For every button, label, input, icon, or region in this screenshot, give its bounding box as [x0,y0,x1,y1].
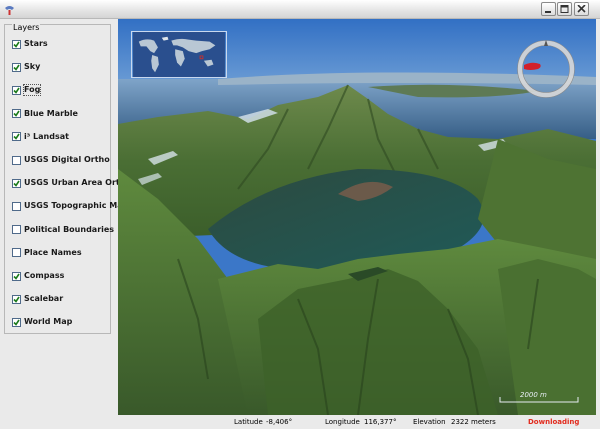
layer-checkbox[interactable] [12,317,21,327]
longitude-label: Longitude [325,418,360,426]
layer-label: World Map [24,317,73,327]
close-icon [577,5,586,13]
layer-label: i³ Landsat [24,131,69,141]
checkmark-icon [13,180,20,187]
checkmark-icon [13,87,20,94]
layer-checkbox[interactable] [12,39,21,49]
layer-row[interactable]: USGS Urban Area Ortho [12,177,131,189]
layer-checkbox[interactable] [12,85,21,95]
title-bar [0,0,600,19]
layers-panel-title: Layers [12,23,41,33]
checkmark-icon [13,41,20,48]
layer-label: Place Names [24,247,82,257]
layer-label: USGS Digital Ortho [24,155,110,164]
checkmark-icon [13,296,20,303]
layer-row[interactable]: Scalebar [12,293,63,305]
layer-row[interactable]: Blue Marble [12,108,78,120]
maximize-button[interactable] [557,2,572,16]
downloading-status: Downloading [528,418,580,426]
latitude-label: Latitude [234,418,263,426]
layer-checkbox[interactable] [12,155,21,165]
world-map-icon[interactable] [131,31,227,78]
layer-label: Political Boundaries [24,224,115,234]
layer-row[interactable]: Compass [12,270,64,282]
minimize-button[interactable] [541,2,556,16]
elevation-label: Elevation [413,418,446,426]
close-button[interactable] [574,2,589,16]
layer-row[interactable]: Fog [12,84,42,97]
layer-label: USGS Topographic Maps [24,201,134,211]
layer-row[interactable]: i³ Landsat [12,131,69,143]
layer-label: Blue Marble [24,108,78,118]
layer-checkbox[interactable] [12,109,21,119]
layer-row[interactable]: World Map [12,316,72,328]
layer-checkbox[interactable] [12,178,21,188]
layer-label: USGS Urban Area Ortho [24,178,131,188]
layer-checkbox[interactable] [12,271,21,281]
checkmark-icon [13,319,20,326]
layer-checkbox[interactable] [12,132,21,142]
latitude-value: -8,406° [266,418,293,426]
maximize-icon [560,5,569,13]
compass-icon[interactable] [514,37,578,101]
layer-row[interactable]: Sky [12,61,40,73]
checkmark-icon [13,110,20,117]
layer-checkbox[interactable] [12,294,21,304]
scalebar-ruler [499,397,579,403]
layer-row[interactable]: Stars [12,38,48,50]
layer-checkbox[interactable] [12,225,21,235]
layer-label: Sky [24,62,41,72]
layer-row[interactable]: Political Boundaries [12,224,114,236]
elevation-value: 2322 meters [451,418,496,426]
status-bar: Latitude -8,406° Longitude 116,377° Elev… [0,415,600,429]
layer-label: Scalebar [24,294,64,304]
scalebar: 2000 m [498,391,580,405]
layer-checkbox[interactable] [12,201,21,211]
layer-label: Compass [24,271,65,280]
layer-row[interactable]: USGS Topographic Maps [12,200,133,212]
minimize-icon [545,11,551,13]
longitude-value: 116,377° [364,418,397,426]
layer-label: Stars [24,39,48,48]
layer-checkbox[interactable] [12,248,21,258]
globe-viewport[interactable]: 2000 m [118,19,596,415]
layer-label: Fog [22,84,42,97]
checkmark-icon [13,273,20,280]
layer-row[interactable]: USGS Digital Ortho [12,154,110,166]
checkmark-icon [13,133,20,141]
app-icon [5,6,14,15]
layer-row[interactable]: Place Names [12,247,82,259]
checkmark-icon [13,64,20,71]
layer-checkbox[interactable] [12,62,21,72]
